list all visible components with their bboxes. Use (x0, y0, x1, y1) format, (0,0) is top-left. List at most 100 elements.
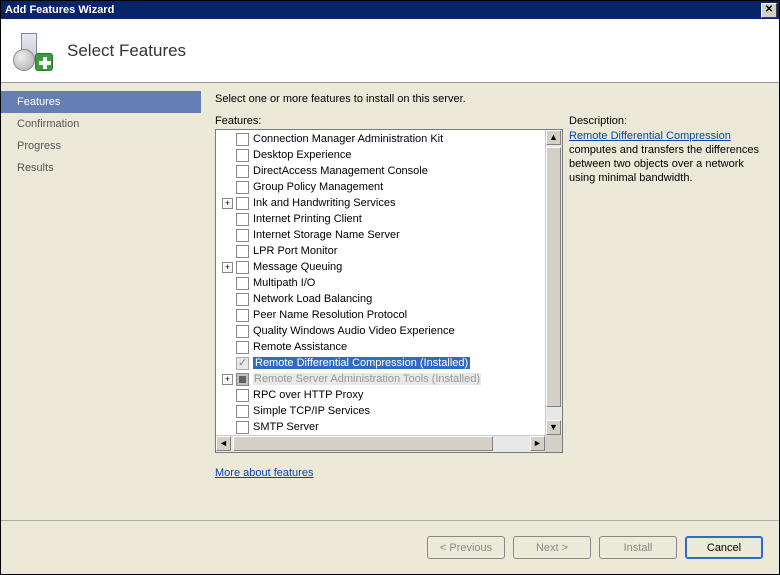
feature-checkbox[interactable] (236, 133, 249, 146)
feature-label[interactable]: SMTP Server (253, 421, 319, 433)
expand-spacer (222, 166, 233, 177)
feature-row[interactable]: Remote Assistance (216, 339, 545, 355)
title-bar: Add Features Wizard ✕ (1, 1, 779, 19)
scrollbar-corner (545, 435, 562, 452)
sidebar-item-features[interactable]: Features (1, 91, 201, 113)
feature-checkbox[interactable] (236, 197, 249, 210)
feature-checkbox[interactable] (236, 229, 249, 242)
feature-checkbox[interactable] (236, 213, 249, 226)
scroll-left-icon[interactable]: ◄ (216, 436, 231, 451)
feature-row[interactable]: + Message Queuing (216, 259, 545, 275)
more-about-features-link[interactable]: More about features (215, 467, 313, 479)
next-button[interactable]: Next > (513, 536, 591, 559)
close-icon[interactable]: ✕ (761, 3, 777, 18)
sidebar-item-confirmation[interactable]: Confirmation (1, 113, 201, 135)
feature-label[interactable]: Remote Assistance (253, 341, 347, 353)
expand-icon[interactable]: + (222, 198, 233, 209)
expand-spacer (222, 182, 233, 193)
feature-checkbox[interactable] (236, 149, 249, 162)
feature-checkbox[interactable] (236, 261, 249, 274)
expand-spacer (222, 134, 233, 145)
feature-checkbox[interactable] (236, 277, 249, 290)
instruction-text: Select one or more features to install o… (215, 93, 765, 105)
expand-spacer (222, 278, 233, 289)
expand-spacer (222, 246, 233, 257)
feature-label[interactable]: Internet Storage Name Server (253, 229, 400, 241)
cancel-button[interactable]: Cancel (685, 536, 763, 559)
expand-icon[interactable]: + (222, 262, 233, 273)
feature-row[interactable]: SMTP Server (216, 419, 545, 435)
feature-row[interactable]: + Remote Server Administration Tools (Ins… (216, 371, 545, 387)
feature-checkbox[interactable] (236, 405, 249, 418)
feature-checkbox[interactable] (236, 389, 249, 402)
previous-button[interactable]: < Previous (427, 536, 505, 559)
feature-label[interactable]: Internet Printing Client (253, 213, 362, 225)
feature-row[interactable]: LPR Port Monitor (216, 243, 545, 259)
features-tree[interactable]: Connection Manager Administration Kit Des… (215, 129, 563, 453)
expand-spacer (222, 214, 233, 225)
feature-row[interactable]: RPC over HTTP Proxy (216, 387, 545, 403)
scroll-up-icon[interactable]: ▲ (546, 130, 561, 145)
feature-row[interactable]: Group Policy Management (216, 179, 545, 195)
feature-checkbox (236, 357, 249, 370)
features-label: Features: (215, 115, 555, 127)
feature-checkbox[interactable] (236, 165, 249, 178)
feature-checkbox[interactable] (236, 421, 249, 434)
install-button[interactable]: Install (599, 536, 677, 559)
feature-label[interactable]: Ink and Handwriting Services (253, 197, 395, 209)
feature-label[interactable]: Remote Server Administration Tools (Inst… (253, 373, 481, 385)
feature-checkbox[interactable] (236, 373, 249, 386)
feature-label[interactable]: Peer Name Resolution Protocol (253, 309, 407, 321)
expand-spacer (222, 422, 233, 433)
feature-row[interactable]: + Ink and Handwriting Services (216, 195, 545, 211)
scroll-right-icon[interactable]: ► (530, 436, 545, 451)
vertical-scrollbar[interactable]: ▲ ▼ (545, 130, 562, 435)
feature-label[interactable]: Multipath I/O (253, 277, 315, 289)
feature-label[interactable]: Simple TCP/IP Services (253, 405, 370, 417)
expand-spacer (222, 342, 233, 353)
feature-label[interactable]: Network Load Balancing (253, 293, 372, 305)
feature-label[interactable]: LPR Port Monitor (253, 245, 337, 257)
feature-label[interactable]: Message Queuing (253, 261, 342, 273)
sidebar-item-progress[interactable]: Progress (1, 135, 201, 157)
feature-row[interactable]: Simple TCP/IP Services (216, 403, 545, 419)
feature-label[interactable]: Group Policy Management (253, 181, 383, 193)
feature-checkbox[interactable] (236, 245, 249, 258)
feature-row[interactable]: Connection Manager Administration Kit (216, 131, 545, 147)
feature-label[interactable]: Desktop Experience (253, 149, 351, 161)
feature-row[interactable]: Internet Printing Client (216, 211, 545, 227)
feature-checkbox[interactable] (236, 341, 249, 354)
content-area: FeaturesConfirmationProgressResults Sele… (1, 83, 779, 521)
horizontal-scrollbar[interactable]: ◄ ► (216, 435, 545, 452)
feature-label[interactable]: Connection Manager Administration Kit (253, 133, 443, 145)
feature-checkbox[interactable] (236, 325, 249, 338)
feature-row[interactable]: Multipath I/O (216, 275, 545, 291)
scrollbar-thumb[interactable] (233, 436, 493, 451)
feature-row[interactable]: Peer Name Resolution Protocol (216, 307, 545, 323)
expand-spacer (222, 150, 233, 161)
feature-label[interactable]: Remote Differential Compression (Install… (253, 357, 470, 369)
scroll-down-icon[interactable]: ▼ (546, 420, 561, 435)
feature-checkbox[interactable] (236, 309, 249, 322)
expand-spacer (222, 358, 233, 369)
feature-label[interactable]: Quality Windows Audio Video Experience (253, 325, 455, 337)
scrollbar-thumb[interactable] (546, 147, 561, 407)
feature-checkbox[interactable] (236, 181, 249, 194)
feature-row[interactable]: Internet Storage Name Server (216, 227, 545, 243)
page-title: Select Features (67, 41, 186, 61)
description-link[interactable]: Remote Differential Compression (569, 130, 731, 142)
wizard-steps-sidebar: FeaturesConfirmationProgressResults (1, 83, 201, 521)
feature-checkbox[interactable] (236, 293, 249, 306)
server-role-icon (13, 31, 53, 71)
feature-row[interactable]: Quality Windows Audio Video Experience (216, 323, 545, 339)
feature-row[interactable]: Desktop Experience (216, 147, 545, 163)
feature-row[interactable]: DirectAccess Management Console (216, 163, 545, 179)
feature-label[interactable]: RPC over HTTP Proxy (253, 389, 363, 401)
expand-icon[interactable]: + (222, 374, 233, 385)
feature-row[interactable]: Remote Differential Compression (Install… (216, 355, 545, 371)
feature-label[interactable]: DirectAccess Management Console (253, 165, 428, 177)
feature-row[interactable]: Network Load Balancing (216, 291, 545, 307)
expand-spacer (222, 326, 233, 337)
expand-spacer (222, 406, 233, 417)
sidebar-item-results[interactable]: Results (1, 157, 201, 179)
